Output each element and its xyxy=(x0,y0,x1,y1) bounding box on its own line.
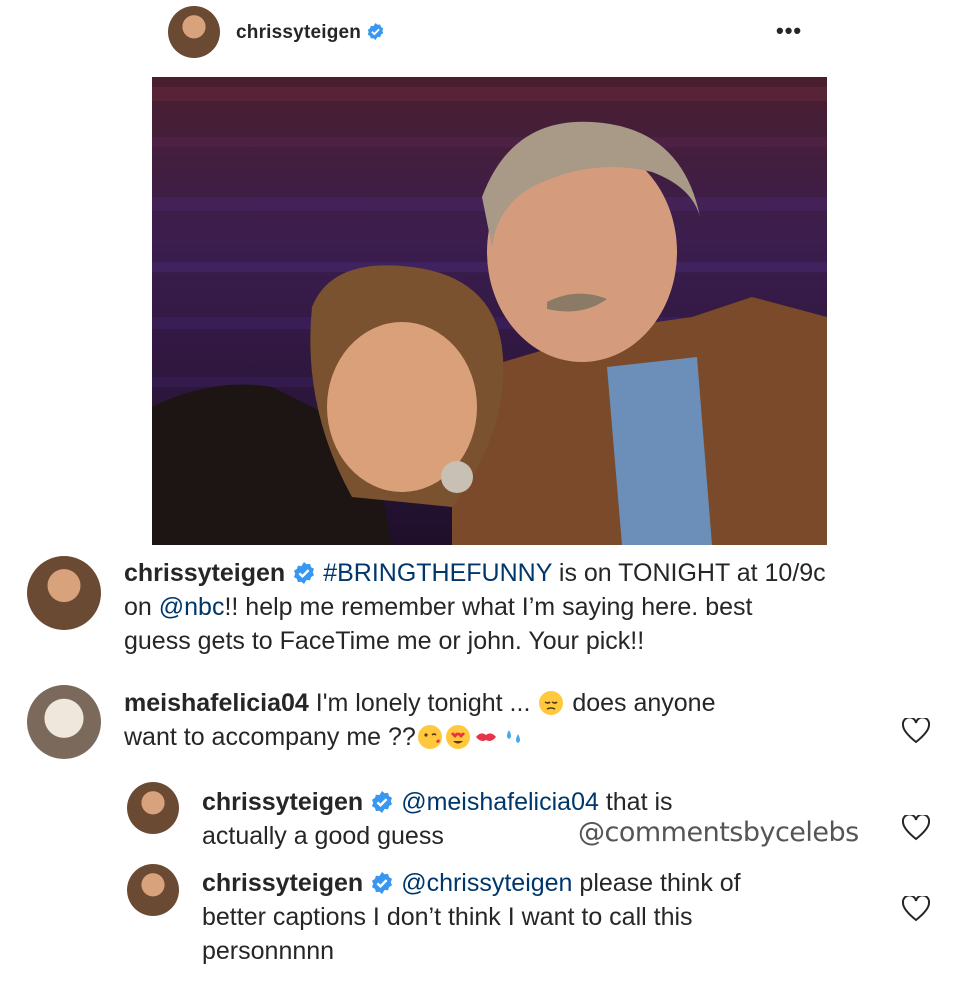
kiss-mark-emoji-icon xyxy=(473,724,499,750)
caption-line-2: on @nbc!! help me remember what I’m sayi… xyxy=(124,590,924,624)
comment: meishafelicia04 I'm lonely tonight ... d… xyxy=(124,686,884,754)
comment-author-avatar[interactable] xyxy=(27,685,101,759)
comment-text-2: want to accompany me ?? xyxy=(124,723,416,751)
heart-eyes-emoji-icon xyxy=(445,724,471,750)
caption-line-3: guess gets to FaceTime me or john. Your … xyxy=(124,627,645,655)
comment-line-2: want to accompany me ?? xyxy=(124,720,884,754)
like-reply-button[interactable] xyxy=(901,894,931,922)
post-author-username-text[interactable]: chrissyteigen xyxy=(236,22,361,43)
comment-username[interactable]: meishafelicia04 xyxy=(124,689,309,717)
post-image[interactable] xyxy=(152,77,827,545)
caption-text-1: is on TONIGHT at 10/9c xyxy=(551,559,826,587)
reply-mention[interactable]: @chrissyteigen xyxy=(401,869,572,897)
verified-badge-icon xyxy=(372,872,393,894)
verified-badge-icon xyxy=(294,562,315,584)
reply-line-3: personnnnn xyxy=(202,937,335,965)
heart-icon xyxy=(901,813,931,841)
verified-badge-icon xyxy=(372,791,393,813)
reply-author-avatar[interactable] xyxy=(127,864,179,916)
reply-username[interactable]: chrissyteigen xyxy=(202,869,363,897)
comment-text-1: I'm lonely tonight ... xyxy=(315,689,531,717)
caption-username[interactable]: chrissyteigen xyxy=(124,559,285,587)
watermark-text: @commentsbycelebs xyxy=(578,817,859,848)
post-author-avatar[interactable] xyxy=(168,6,220,58)
pensive-face-emoji-icon xyxy=(538,690,564,716)
reply-line-1: chrissyteigen @meishafelicia04 that is xyxy=(202,785,882,819)
caption-author-avatar[interactable] xyxy=(27,556,101,630)
post-caption: chrissyteigen #BRINGTHEFUNNY is on TONIGH… xyxy=(124,556,924,658)
heart-icon xyxy=(901,716,931,744)
reply-author-avatar[interactable] xyxy=(127,782,179,834)
reply: chrissyteigen @chrissyteigen please think… xyxy=(202,866,882,968)
like-comment-button[interactable] xyxy=(901,716,931,744)
reply-text-1: that is xyxy=(598,788,673,816)
more-options-button[interactable]: ••• xyxy=(776,18,802,44)
verified-badge-icon xyxy=(367,23,384,40)
caption-text-2b: !! help me remember what I’m saying here… xyxy=(224,593,753,621)
caption-text-2a: on xyxy=(124,593,159,621)
caption-hashtag[interactable]: #BRINGTHEFUNNY xyxy=(323,559,552,587)
more-horizontal-icon: ••• xyxy=(776,18,803,43)
heart-icon xyxy=(901,894,931,922)
reply-mention[interactable]: @meishafelicia04 xyxy=(401,788,599,816)
reply-line-2: better captions I don’t think I want to … xyxy=(202,903,693,931)
sweat-droplets-emoji-icon xyxy=(501,724,527,750)
reply-line-1: chrissyteigen @chrissyteigen please think… xyxy=(202,866,882,900)
reply-text-1: please think of xyxy=(572,869,741,897)
comment-line-1: meishafelicia04 I'm lonely tonight ... d… xyxy=(124,686,884,720)
caption-mention[interactable]: @nbc xyxy=(159,593,225,621)
comment-text-1b: does anyone xyxy=(572,689,716,717)
post-image-illustration xyxy=(152,77,827,545)
post-author-username[interactable]: chrissyteigen xyxy=(236,22,384,44)
reply-username[interactable]: chrissyteigen xyxy=(202,788,363,816)
caption-line-1: chrissyteigen #BRINGTHEFUNNY is on TONIGH… xyxy=(124,556,924,590)
like-reply-button[interactable] xyxy=(901,813,931,841)
face-blowing-kiss-emoji-icon xyxy=(417,724,443,750)
